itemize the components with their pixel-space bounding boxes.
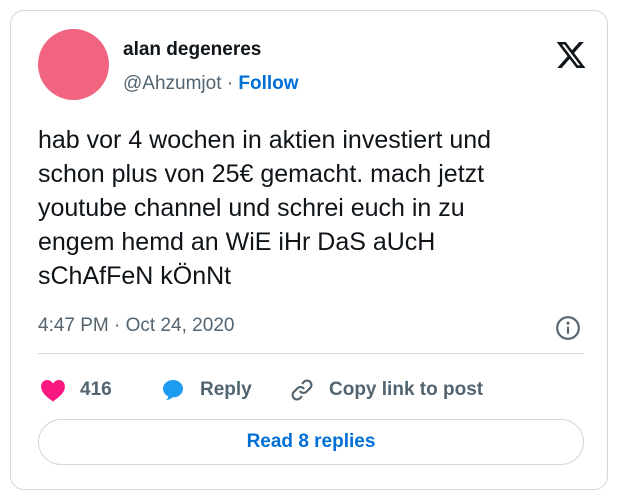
heart-icon [41,380,65,402]
like-count: 416 [80,379,112,400]
copy-link-label: Copy link to post [329,379,484,400]
follow-button[interactable]: Follow [238,73,298,94]
tweet-time: 4:47 PM [38,315,109,336]
reply-button[interactable]: Reply [160,376,252,404]
timestamp-separator: · [108,315,126,336]
tweet-line: engem hemd an WiE iHr DaS aUcH [38,228,436,256]
tweet-line: hab vor 4 wochen in aktien investiert un… [38,126,492,154]
link-icon [291,379,313,401]
copy-link-button[interactable]: Copy link to post [289,376,483,404]
speech-bubble-icon [163,380,183,400]
tweet-line: youtube channel und schrei euch in zu [38,194,465,222]
tweet-line: sChAfFeN kÖnNt [38,262,232,290]
read-replies-label: Read 8 replies [246,431,376,452]
reply-label: Reply [200,379,252,400]
read-replies-button[interactable]: Read 8 replies [38,419,584,465]
tweet-card: alan degeneres @Ahzumjot · Follow hab vo… [10,10,608,490]
tweet-line: schon plus von 25€ gemacht. mach jetzt [38,160,485,188]
handle-row: @Ahzumjot · Follow [123,73,299,95]
x-logo-icon[interactable] [555,39,587,71]
info-icon[interactable] [555,315,581,341]
divider [38,353,584,354]
author-handle[interactable]: @Ahzumjot [123,73,222,94]
author-name[interactable]: alan degeneres [123,39,261,61]
avatar[interactable] [38,29,109,100]
tweet-text: hab vor 4 wochen in aktien investiert un… [38,123,586,293]
tweet-date: Oct 24, 2020 [125,315,235,336]
tweet-timestamp[interactable]: 4:47 PM · Oct 24, 2020 [38,315,234,337]
handle-separator: · [221,73,239,94]
like-button[interactable]: 416 [40,376,112,404]
